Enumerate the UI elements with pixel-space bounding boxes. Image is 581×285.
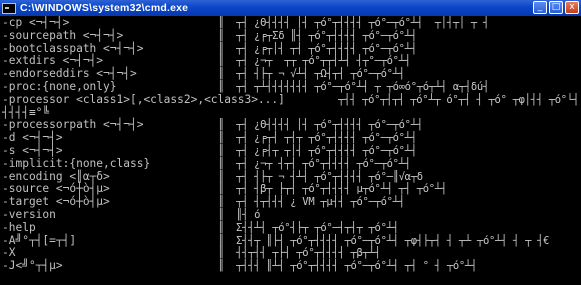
garbled-descriptions: ║ ┬┤ ¿Θ┤┤┤┤ │┤ ┬ó°┬┤┤┤┤ ┬ó°─┬ó°┴┤ ┬│┤┬│ … xyxy=(0,16,581,285)
garbled-description: ║ ┬┤ ¿Θ┤┤┤┤ │┤ ┬ó°┬┤┤┤┤ ┬ó°─┬ó°┴┤ ┬│┤┬│ … xyxy=(218,17,489,29)
garbled-description: ║ ┬┤ ┤├┬ ¬ √┴┤ ┬Ω┤┬┤ ┬ó°─┬ó°┴┤ xyxy=(218,68,405,81)
close-button[interactable]: x xyxy=(565,1,579,14)
garbled-description: ║ Σ┤┤┴┤ ┬ó°┤├┬ ┬ó°─┤┬┤┬ ┬ó°┴┤ xyxy=(218,221,399,234)
garbled-description: ║ ┬┤ ┤β┬ ├┬┤ ┬ó°┬┤┤┤┤ µ┬ó°┴┤ ┬┤ ┬ó°┴┤ xyxy=(218,183,447,196)
garbled-description: ║ ┬┤ ¿╒┤┬ ┬│┤ ┬ó°┬┤┤┤┤ ┬ó°─┬ó°┴┤ xyxy=(218,145,417,157)
garbled-description: ║ ┬┤ ¿╒┬│┤ ┬┤ ┬ó°┬┤┤┤┤ ┬ó°─┬ó°┴┤ xyxy=(218,42,417,55)
garbled-description: ║ ┬┤ ¿¬┬ ┤┬┤ ┬ó°┬┤┤┤┤ ┬ó°─┬ó°┴┤ xyxy=(218,157,411,170)
window-title: C:\WINDOWS\system32\cmd.exe xyxy=(20,2,189,14)
garbled-description: ║ ┤┤┬┤┤ ┬├┤ ┬ó°┬┤┤┤┤ ┬β┬┴┤ xyxy=(218,247,381,260)
title-bar[interactable]: C:\WINDOWS\system32\cmd.exe _ □ x xyxy=(0,0,581,16)
garbled-description: ║ ┬┤ ┤├┬ ¬ ┤┴┤ ┬ó°┬┤┤┤┤ ┬ó°─║√α┬δ xyxy=(218,170,423,183)
minimize-button[interactable]: _ xyxy=(533,1,547,14)
garbled-description: ║ ┬┤ ¿╒┬┤ ┬┤┬ ┬ó°┬┤┤┤┤ ┬ó°─┬ó°┴┤ xyxy=(218,132,417,145)
cmd-icon xyxy=(2,2,16,14)
garbled-description: ║ ┬┤ ¿Θ┤┤┤┤ │┤ ┬ó°┬┤┤┤┤ ┬ó°─┬ó°┴┤ xyxy=(218,119,423,132)
garbled-description: ┬┤┤ ┬ó°┬┤┬┤ ┬ó°┴┬ ó°┬┤ ┤ ┬ó° ┬φ│┤┤ ┬ó°└┤… xyxy=(338,93,579,106)
window-controls: _ □ x xyxy=(533,1,579,14)
garbled-description: ║ ┬┤ ┤┬┤┤┤ ¿ VM ┬µ┤┤ ┬ó°─┬ó°┴┤ xyxy=(218,196,405,209)
console-output[interactable]: -cp <¬┤¬┤> -sourcepath <¬┤¬┤> -bootclasspa… xyxy=(0,16,581,285)
garbled-description: ║ ┬┤ ¿¬┬ ┬┬ ┬ó°┬┬┤┴┤ ┤┬°─┬ó°┴┤ xyxy=(218,55,411,68)
maximize-button[interactable]: □ xyxy=(549,1,563,14)
garbled-description: ║ ┬┤┤┤ ║┴┤ ┬ó°┬┤┤┤┤ ┬ó°─┬ó°┴┤ ┬┤ ° ┤ ┬ó°… xyxy=(218,260,477,273)
garbled-description: ║ ║┤ ó xyxy=(218,209,261,221)
garbled-description: ║ ┬┤ ┬┴┤┤┤┤┤┤┤ ┬ó°─┬ó°┴┤ ┬ ┬ó∞ó°┬ó┬┴┤ α┬… xyxy=(218,81,489,93)
garbled-description: ║ ┬┤ ¿╒┬Σδ ║┤ ┬ó°┬┤┤┤┤ ┬ó°─┬ó°┴┤ xyxy=(218,29,417,42)
garbled-description: ║ Σ┤┤┬ ║├┤ ┬ó°┬┤┤┤┤ ┬ó°─┬ó°┴┤ ┬φ┤├┬┤ ┤ ┬… xyxy=(218,234,550,247)
